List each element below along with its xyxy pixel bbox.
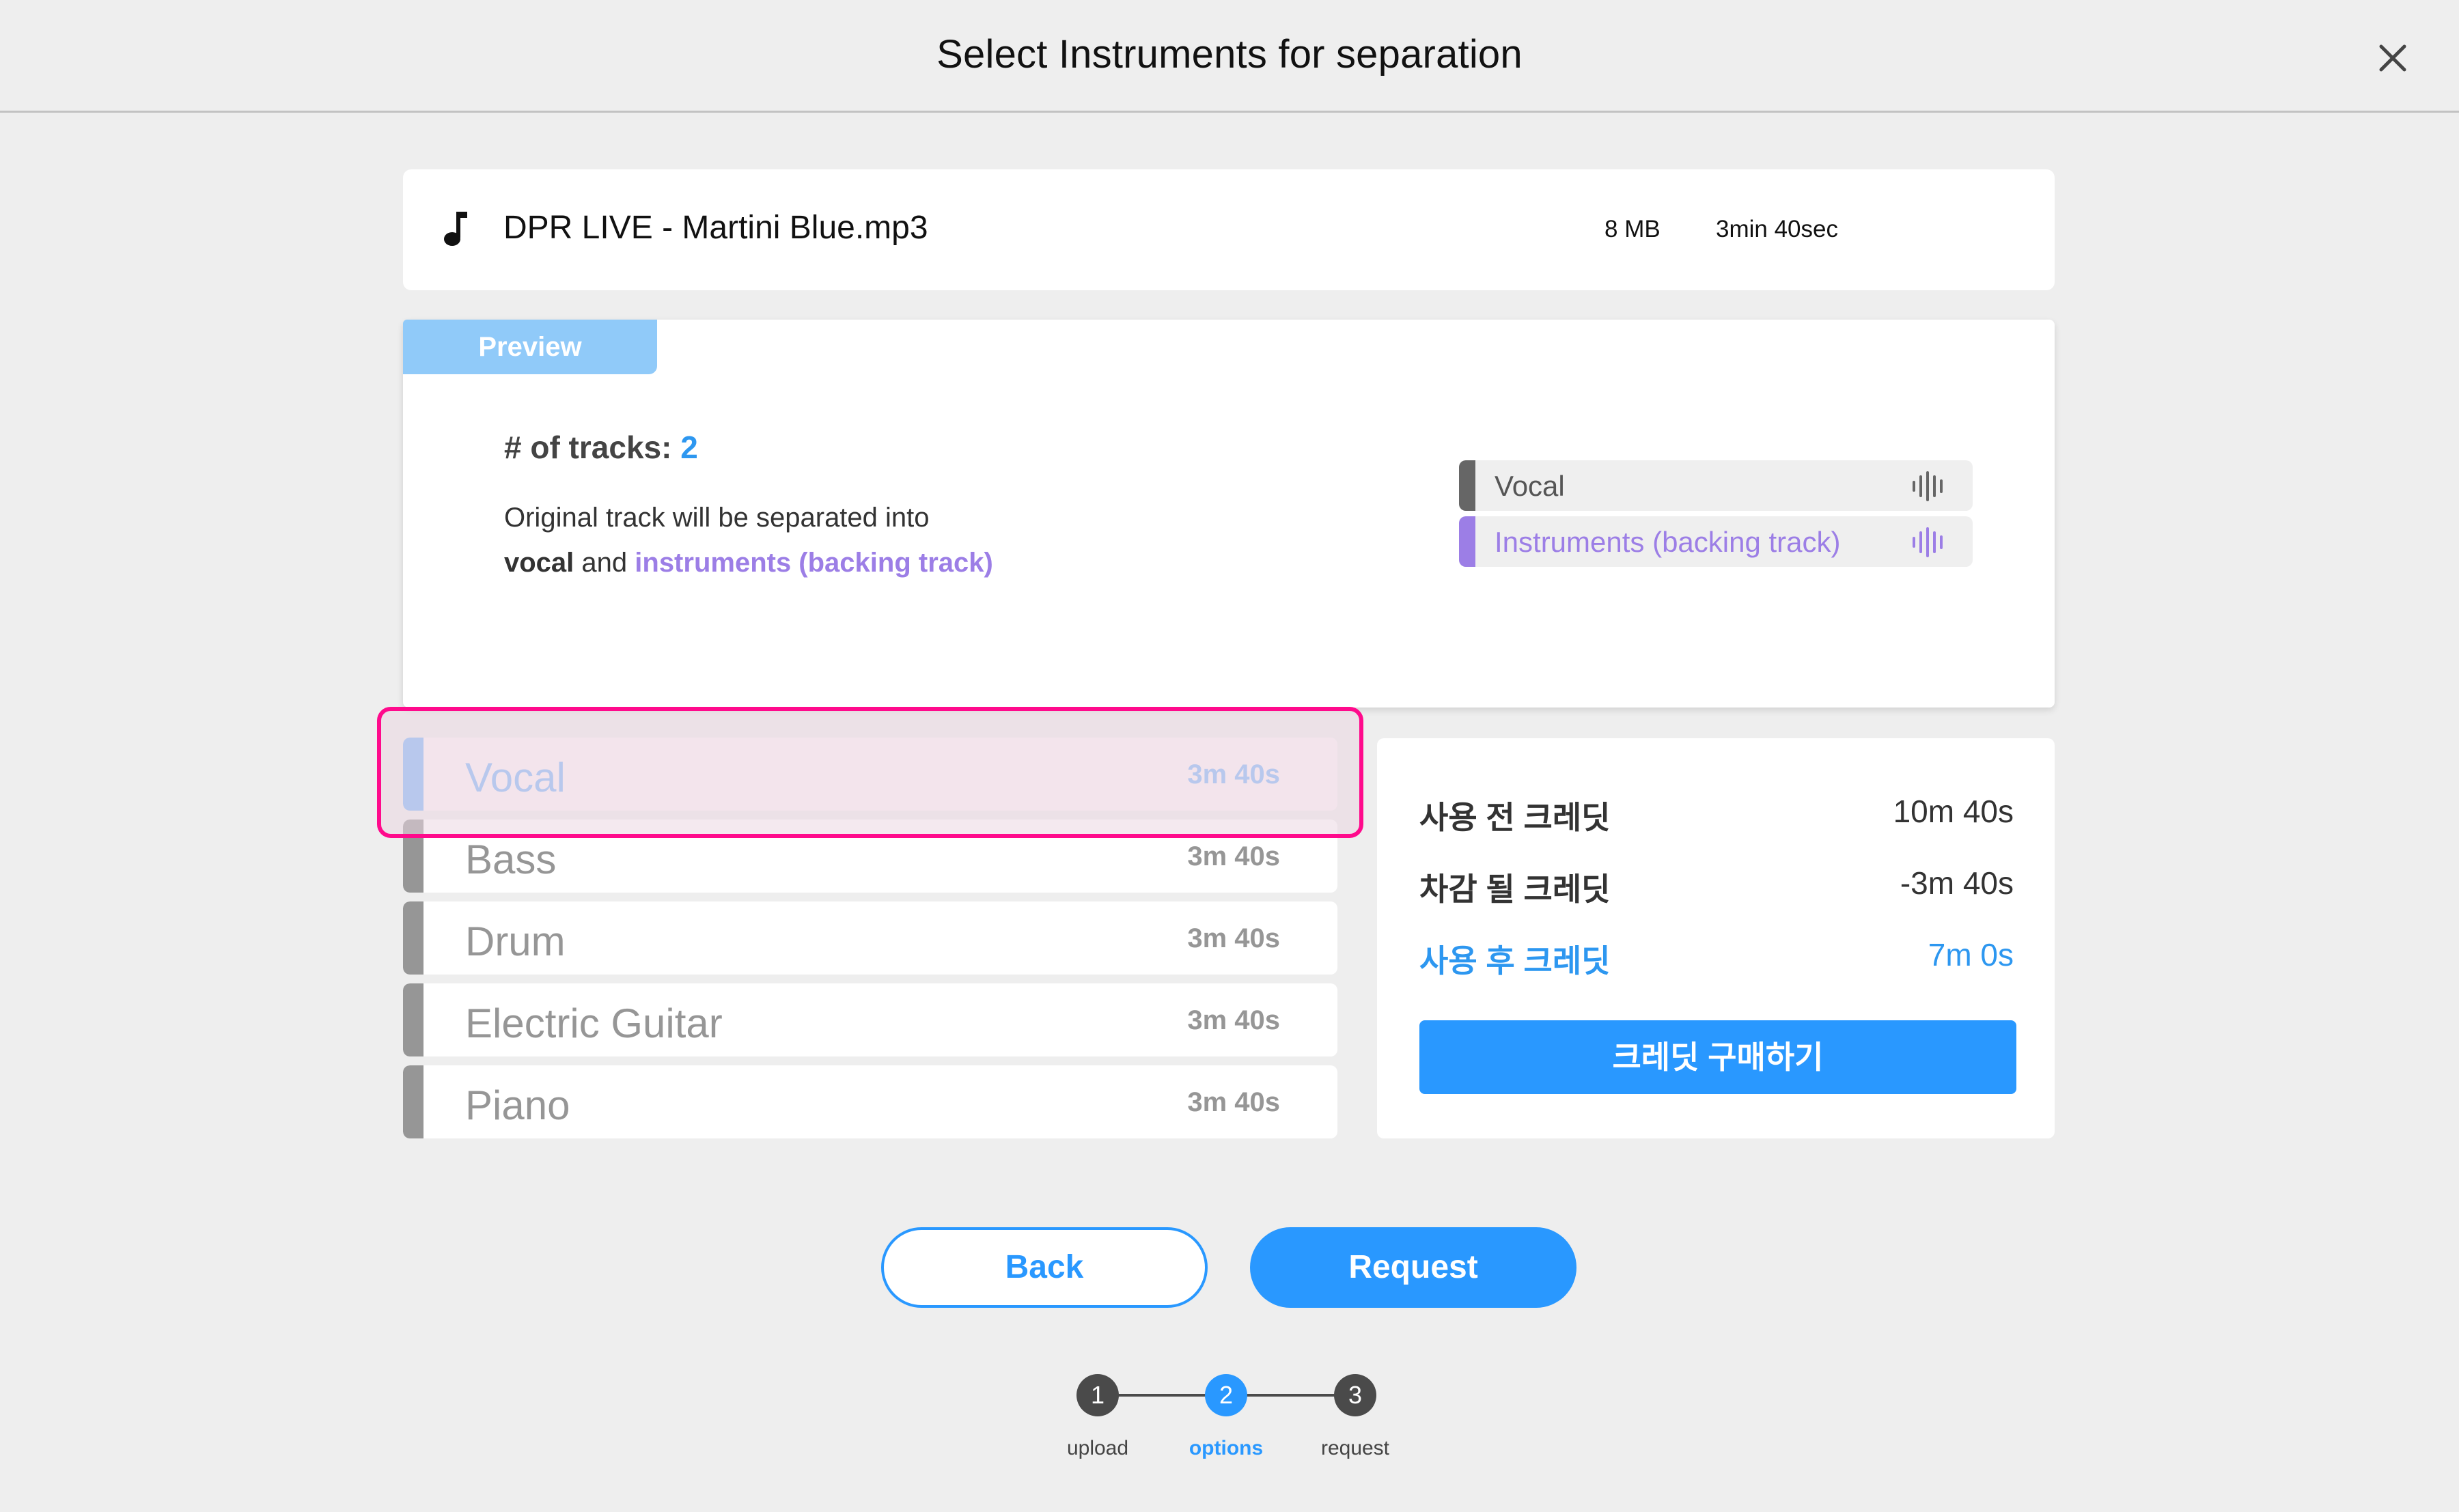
instrument-duration: 3m 40s bbox=[1187, 923, 1280, 953]
instrument-duration: 3m 40s bbox=[1187, 1087, 1280, 1117]
instrument-accent-bar bbox=[403, 1065, 423, 1138]
dialog-header: Select Instruments for separation bbox=[0, 0, 2459, 113]
instrument-row-drum[interactable]: Drum 3m 40s bbox=[403, 901, 1337, 975]
credit-after-label: 사용 후 크레딧 bbox=[1419, 943, 1611, 979]
instrument-accent-bar bbox=[403, 738, 423, 811]
buy-credits-button[interactable]: 크레딧 구매하기 bbox=[1419, 1020, 2016, 1094]
tracks-count-value: 2 bbox=[680, 430, 698, 465]
credit-deduct-label: 차감 될 크레딧 bbox=[1419, 871, 1611, 907]
instrument-duration: 3m 40s bbox=[1187, 841, 1280, 871]
credit-deduct-row: 차감 될 크레딧 -3m 40s bbox=[1419, 865, 2014, 907]
instrument-duration: 3m 40s bbox=[1187, 759, 1280, 789]
preview-card: Preview # of tracks: 2 Original track wi… bbox=[403, 320, 2055, 708]
preview-tab: Preview bbox=[403, 320, 657, 374]
instrument-accent-bar bbox=[403, 901, 423, 975]
step-2-circle: 2 bbox=[1205, 1374, 1247, 1416]
close-button[interactable] bbox=[2376, 41, 2410, 75]
instrument-name: Bass bbox=[465, 837, 557, 882]
instrument-name: Piano bbox=[465, 1082, 570, 1128]
music-note-icon bbox=[444, 212, 467, 246]
credit-before-row: 사용 전 크레딧 10m 40s bbox=[1419, 793, 2014, 835]
credit-deduct-value: -3m 40s bbox=[1900, 865, 2014, 901]
step-3-label: request bbox=[1320, 1437, 1390, 1459]
instrument-accent-bar bbox=[403, 820, 423, 893]
preview-track-label: Instruments (backing track) bbox=[1495, 526, 1841, 558]
tracks-count: # of tracks: 2 bbox=[504, 429, 698, 466]
instrument-accent-bar bbox=[403, 983, 423, 1056]
file-name: DPR LIVE - Martini Blue.mp3 bbox=[503, 210, 928, 246]
instrument-name: Electric Guitar bbox=[465, 1000, 723, 1046]
credit-before-label: 사용 전 크레딧 bbox=[1419, 800, 1611, 835]
description-vocal: vocal bbox=[504, 548, 574, 578]
credit-before-value: 10m 40s bbox=[1893, 794, 2014, 829]
instrument-row-vocal[interactable]: Vocal 3m 40s bbox=[403, 738, 1337, 811]
file-size: 8 MB bbox=[1604, 216, 1661, 242]
file-info-card: DPR LIVE - Martini Blue.mp3 8 MB 3min 40… bbox=[403, 169, 2055, 290]
credit-after-value: 7m 0s bbox=[1928, 937, 2014, 972]
waveform-icon[interactable] bbox=[1911, 471, 1949, 501]
track-color-bar bbox=[1459, 516, 1475, 567]
dialog-title: Select Instruments for separation bbox=[936, 32, 1523, 76]
preview-track-instruments: Instruments (backing track) bbox=[1459, 516, 1973, 567]
file-duration: 3min 40sec bbox=[1716, 216, 1838, 242]
tracks-count-label: # of tracks: bbox=[504, 430, 672, 465]
instrument-row-piano[interactable]: Piano 3m 40s bbox=[403, 1065, 1337, 1138]
waveform-icon[interactable] bbox=[1911, 527, 1949, 557]
credit-after-row: 사용 후 크레딧 7m 0s bbox=[1419, 936, 2014, 979]
description-instruments: instruments (backing track) bbox=[635, 548, 993, 578]
description-and: and bbox=[574, 548, 635, 578]
preview-track-label: Vocal bbox=[1495, 470, 1565, 502]
close-icon bbox=[2379, 44, 2406, 72]
instrument-row-bass[interactable]: Bass 3m 40s bbox=[403, 820, 1337, 893]
instrument-duration: 3m 40s bbox=[1187, 1005, 1280, 1035]
instrument-name: Vocal bbox=[465, 755, 566, 800]
instrument-name: Drum bbox=[465, 919, 566, 964]
request-button[interactable]: Request bbox=[1250, 1227, 1576, 1308]
step-1-circle: 1 bbox=[1076, 1374, 1119, 1416]
separation-description: Original track will be separated into bbox=[504, 503, 930, 533]
instrument-row-electric-guitar[interactable]: Electric Guitar 3m 40s bbox=[403, 983, 1337, 1056]
step-2-label: options bbox=[1189, 1437, 1264, 1459]
separation-description-detail: vocal and instruments (backing track) bbox=[504, 548, 993, 578]
credits-card: 사용 전 크레딧 10m 40s 차감 될 크레딧 -3m 40s 사용 후 크… bbox=[1377, 738, 2055, 1138]
preview-track-vocal: Vocal bbox=[1459, 460, 1973, 511]
step-1-label: upload bbox=[1066, 1437, 1129, 1459]
track-color-bar bbox=[1459, 460, 1475, 511]
back-button[interactable]: Back bbox=[881, 1227, 1208, 1308]
step-3-circle: 3 bbox=[1334, 1374, 1376, 1416]
